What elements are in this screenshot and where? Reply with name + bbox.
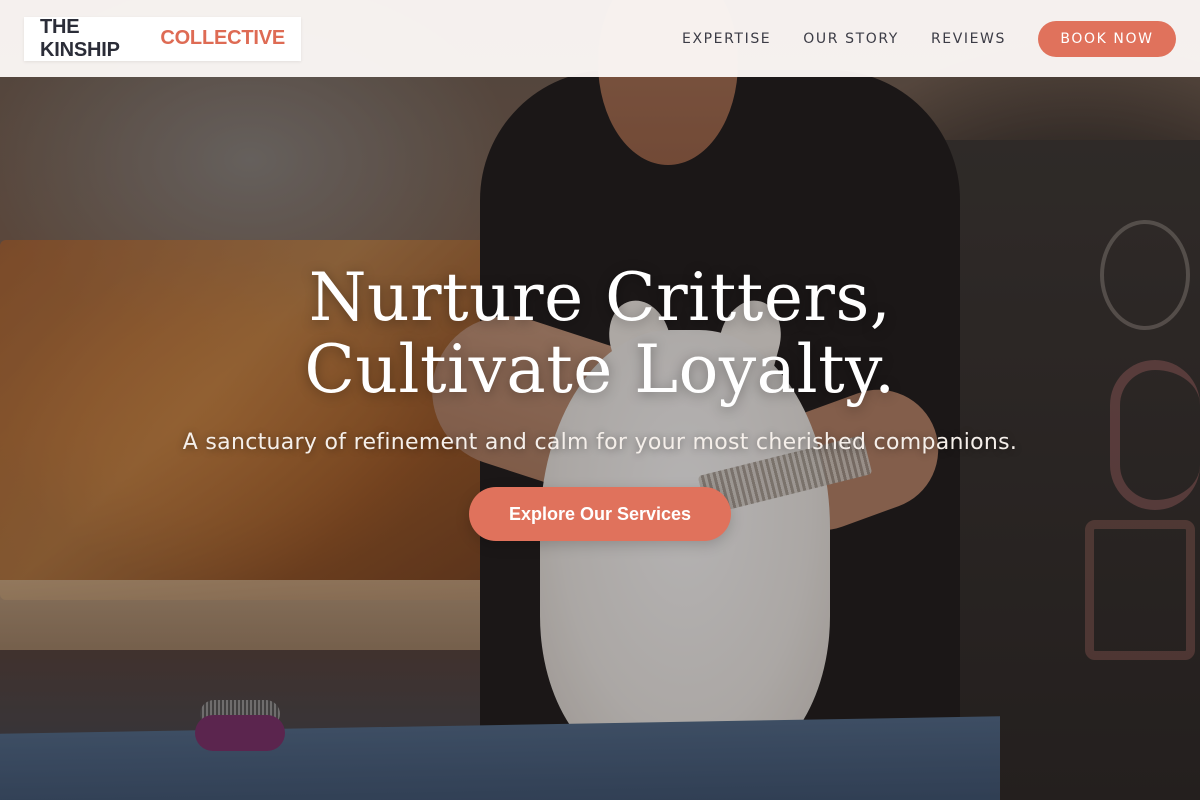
hero-title: Nurture Critters, Cultivate Loyalty. [0,262,1200,406]
brand-name-main: THE KINSHIP [40,15,120,61]
brand-name-accent: COLLECTIVE [160,27,285,49]
nav-link-our-story[interactable]: OUR STORY [803,31,899,47]
explore-services-button[interactable]: Explore Our Services [469,487,731,541]
hero-content: Nurture Critters, Cultivate Loyalty. A s… [0,262,1200,541]
nav-link-expertise[interactable]: EXPERTISE [682,31,771,47]
hero-subtitle: A sanctuary of refinement and calm for y… [182,430,1018,455]
brand-logo[interactable]: THE KINSHIP COLLECTIVE [24,15,301,61]
hero-title-line-1: Nurture Critters, [308,259,892,336]
book-now-button[interactable]: BOOK NOW [1038,20,1176,57]
main-nav: EXPERTISE OUR STORY REVIEWS BOOK NOW [682,20,1176,57]
hero-title-line-2: Cultivate Loyalty. [304,331,896,408]
site-header: THE KINSHIP COLLECTIVE EXPERTISE OUR STO… [0,0,1200,77]
nav-link-reviews[interactable]: REVIEWS [931,31,1006,47]
